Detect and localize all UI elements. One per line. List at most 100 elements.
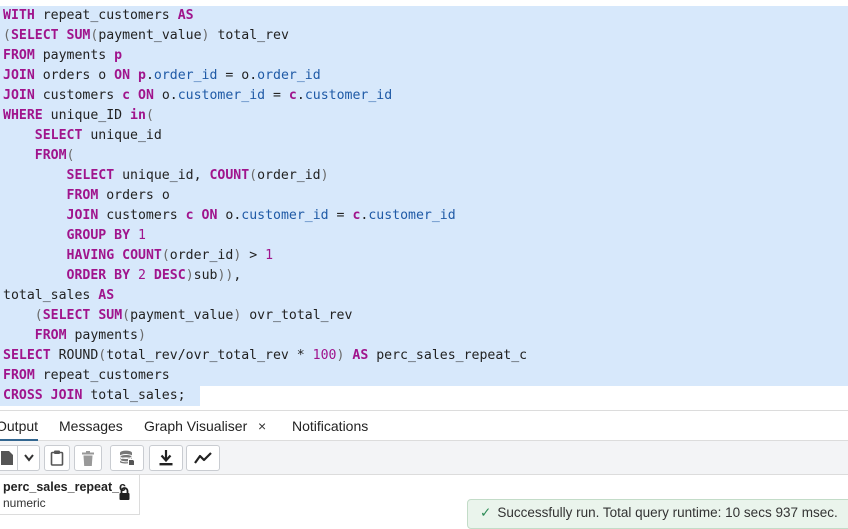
column-name: perc_sales_repeat_c [3, 480, 127, 494]
code-token: order_id [169, 248, 234, 263]
code-token: SELECT [3, 348, 51, 363]
code-token: c [288, 88, 297, 103]
code-line: total_sales AS [0, 286, 848, 306]
code-token: FROM [34, 328, 67, 343]
code-token: SUM [98, 308, 123, 323]
save-data-icon [119, 450, 135, 466]
code-token: sub [193, 268, 218, 283]
code-token: SELECT [66, 168, 115, 183]
code-token: o. [153, 88, 178, 103]
code-token: HAVING [66, 248, 115, 263]
code-token: orders o [34, 68, 115, 83]
code-token: ( [249, 168, 258, 183]
code-token: . [145, 68, 154, 83]
code-token: payment_value [130, 308, 234, 323]
download-icon [159, 450, 173, 466]
code-token: AS [352, 348, 369, 363]
graph-button[interactable] [186, 445, 220, 471]
code-token: COUNT [209, 168, 250, 183]
code-token: repeat_customers [34, 368, 170, 383]
paste-button[interactable] [44, 445, 70, 471]
delete-icon [82, 450, 94, 466]
tab-messages[interactable]: Messages [59, 411, 123, 441]
tab-notifications[interactable]: Notifications [292, 411, 368, 441]
code-line: (SELECT SUM(payment_value) ovr_total_rev [0, 306, 848, 326]
code-line: WHERE unique_ID in( [0, 106, 848, 126]
code-line: GROUP BY 1 [0, 226, 848, 246]
code-token: perc_sales_repeat_c [368, 348, 528, 363]
code-token: unique_id [82, 128, 162, 143]
code-token: ovr_total_rev [241, 308, 353, 323]
code-token: AS [177, 8, 194, 23]
code-token: 1 [138, 228, 146, 243]
sql-editor[interactable]: WITH repeat_customers AS (SELECT SUM(paym… [0, 6, 848, 410]
add-row-button[interactable] [0, 445, 40, 471]
code-token: = [328, 208, 353, 223]
graph-visualiser-close-icon[interactable]: × [258, 411, 266, 441]
code-token: = o. [217, 68, 258, 83]
code-token: payments [66, 328, 138, 343]
code-token: )) [217, 268, 234, 283]
add-row-icon [1, 451, 13, 465]
code-token: customers [98, 208, 186, 223]
code-token: c [185, 208, 194, 223]
code-token: total_sales [3, 288, 99, 303]
code-line: FROM( [0, 146, 848, 166]
code-token: SELECT [34, 128, 83, 143]
code-token: order_id [257, 168, 321, 183]
code-line: FROM repeat_customers [0, 366, 848, 386]
code-token: 2 [138, 268, 146, 283]
code-token: order_id [257, 68, 321, 83]
code-token: SUM [66, 28, 91, 43]
code-token: FROM [34, 148, 67, 163]
button-divider [17, 446, 18, 470]
download-button[interactable] [149, 445, 183, 471]
code-token: orders o [98, 188, 170, 203]
save-data-button[interactable] [110, 445, 144, 471]
code-token: SELECT [10, 28, 59, 43]
code-line: FROM orders o [0, 186, 848, 206]
code-token: 1 [265, 248, 274, 263]
code-line: WITH repeat_customers AS [0, 6, 848, 26]
code-token: p [114, 48, 123, 63]
code-token: FROM [66, 188, 99, 203]
code-token: customer_id [177, 88, 266, 103]
code-token: ( [34, 308, 43, 323]
code-line: CROSS JOIN total_sales; [0, 386, 200, 406]
code-token: SELECT [42, 308, 91, 323]
code-token: unique_ID [42, 108, 131, 123]
code-token: payment_value [98, 28, 202, 43]
delete-button[interactable] [74, 445, 102, 471]
code-token: total_rev/ovr_total_rev * [106, 348, 313, 363]
paste-icon [50, 450, 64, 466]
code-token: JOIN [3, 68, 35, 83]
toast-message: Successfully run. Total query runtime: 1… [497, 505, 838, 520]
code-token: customer_id [241, 208, 329, 223]
column-header[interactable]: perc_sales_repeat_c numeric [0, 475, 140, 515]
code-line: SELECT ROUND(total_rev/ovr_total_rev * 1… [0, 346, 848, 366]
code-token: unique_id, [114, 168, 210, 183]
code-token: ) [138, 328, 146, 343]
code-token: ON [114, 68, 131, 83]
checkmark-icon: ✓ [480, 505, 492, 520]
dropdown-chevron-icon[interactable] [24, 454, 34, 462]
code-token: GROUP BY [66, 228, 131, 243]
code-token: = [265, 88, 289, 103]
code-token: FROM [3, 48, 35, 63]
code-line: (SELECT SUM(payment_value) total_rev [0, 26, 848, 46]
code-token: p [138, 68, 146, 83]
tab-graph-visualiser[interactable]: Graph Visualiser [144, 411, 247, 441]
code-line: JOIN customers c ON o.customer_id = c.cu… [0, 206, 848, 226]
code-token: AS [98, 288, 115, 303]
tab-output[interactable]: Output [0, 411, 39, 441]
